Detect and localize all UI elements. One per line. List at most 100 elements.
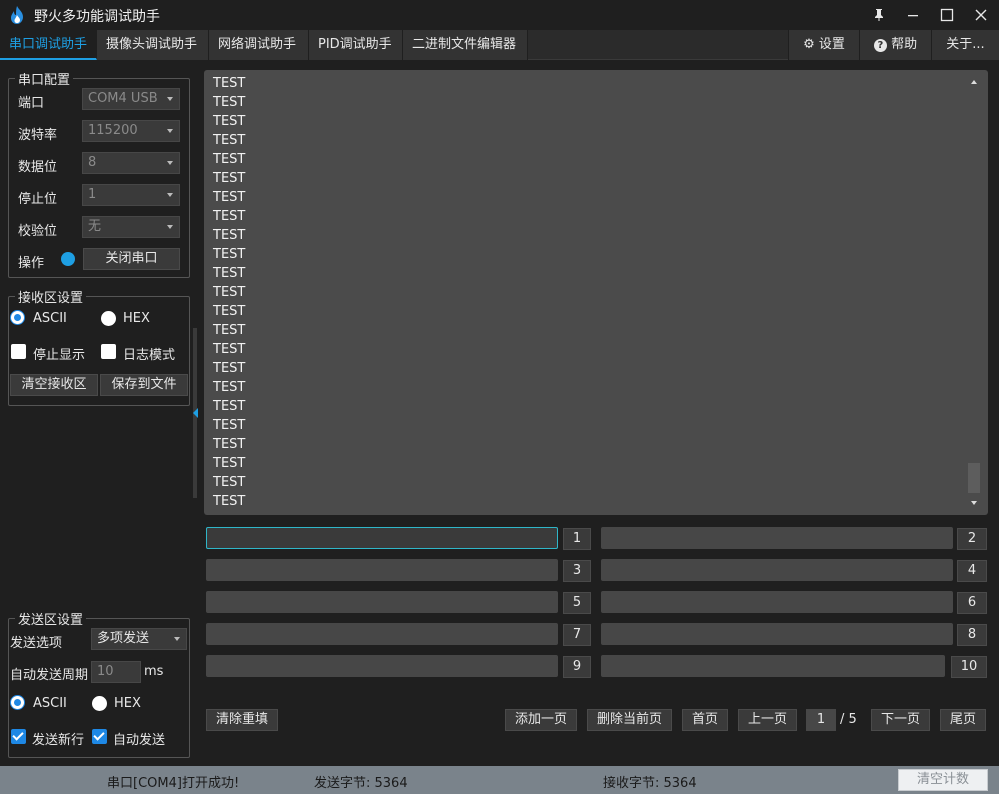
recv-ascii-label: ASCII [33,311,67,326]
port-select[interactable]: COM4 USB [82,88,180,110]
send-input-5[interactable] [206,591,558,613]
page-number-input[interactable]: 1 [806,709,836,731]
sent-bytes: 发送字节: 5364 [314,776,408,791]
send-button-6[interactable]: 6 [957,592,987,614]
pin-icon[interactable] [862,0,896,30]
first-page-button[interactable]: 首页 [682,709,728,731]
receive-line: TEST [213,114,246,129]
parity-select[interactable]: 无 [82,216,180,238]
send-input-2[interactable] [601,527,953,549]
stop-display-label: 停止显示 [33,348,86,363]
tab-binary-editor[interactable]: 二进制文件编辑器 [403,30,528,60]
send-input-3[interactable] [206,559,558,581]
send-newline-checkbox[interactable] [11,729,26,744]
clear-refill-button[interactable]: 清除重填 [206,709,278,731]
log-mode-checkbox[interactable] [101,344,116,359]
question-icon: ? [873,39,887,52]
receive-line: TEST [213,228,246,243]
send-button-7[interactable]: 7 [563,624,591,646]
clear-count-button[interactable]: 清空计数 [898,769,988,791]
send-input-9[interactable] [206,655,558,677]
send-input-10[interactable] [601,655,945,677]
chevron-down-icon [167,97,173,101]
stopbits-select[interactable]: 1 [82,184,180,206]
receive-line: TEST [213,437,246,452]
port-label: 端口 [18,96,45,111]
receive-line: TEST [213,247,246,262]
recv-hex-label: HEX [123,311,150,326]
send-button-2[interactable]: 2 [957,528,987,550]
send-input-8[interactable] [601,623,953,645]
send-button-8[interactable]: 8 [957,624,987,646]
send-newline-label: 发送新行 [32,733,85,748]
parity-label: 校验位 [18,224,58,239]
collapse-arrow-icon[interactable] [193,408,198,418]
help-button[interactable]: ? 帮助 [859,30,931,60]
send-input-6[interactable] [601,591,953,613]
receive-line: TEST [213,190,246,205]
maximize-icon[interactable] [930,0,964,30]
chevron-down-icon [167,161,173,165]
baud-label: 波特率 [18,128,58,143]
send-input-1[interactable] [206,527,558,549]
close-icon[interactable] [964,0,998,30]
auto-send-checkbox[interactable] [92,729,107,744]
send-ascii-radio[interactable] [11,696,24,709]
next-page-button[interactable]: 下一页 [871,709,930,731]
gear-icon: ⚙ [803,37,815,52]
delete-page-button[interactable]: 删除当前页 [587,709,672,731]
send-settings-title: 发送区设置 [15,609,87,628]
save-to-file-button[interactable]: 保存到文件 [100,374,188,396]
send-option-label: 发送选项 [10,636,63,651]
serial-config-title: 串口配置 [15,69,74,88]
scroll-down-icon[interactable] [971,501,977,505]
send-input-4[interactable] [601,559,953,581]
receive-line: TEST [213,209,246,224]
page-total: / 5 [840,712,857,727]
send-hex-label: HEX [114,696,141,711]
close-port-button[interactable]: 关闭串口 [83,248,180,270]
receive-line: TEST [213,323,246,338]
tab-pid[interactable]: PID调试助手 [309,30,403,60]
tab-network[interactable]: 网络调试助手 [209,30,309,60]
about-button[interactable]: 关于... [931,30,999,60]
stop-display-checkbox[interactable] [11,344,26,359]
operation-label: 操作 [18,256,45,271]
send-button-10[interactable]: 10 [951,656,987,678]
receive-line: TEST [213,304,246,319]
status-message: 串口[COM4]打开成功! [107,776,240,791]
auto-send-label: 自动发送 [113,733,166,748]
title-bar: 野火多功能调试助手 [0,0,999,30]
send-ascii-label: ASCII [33,696,67,711]
scrollbar-thumb[interactable] [968,463,980,493]
send-button-3[interactable]: 3 [563,560,591,582]
minimize-icon[interactable] [896,0,930,30]
prev-page-button[interactable]: 上一页 [738,709,797,731]
send-option-select[interactable]: 多项发送 [91,628,187,650]
receive-line: TEST [213,76,246,91]
tab-camera[interactable]: 摄像头调试助手 [97,30,209,60]
recv-hex-radio[interactable] [101,311,116,326]
databits-select[interactable]: 8 [82,152,180,174]
tab-serial[interactable]: 串口调试助手 [0,30,97,60]
period-unit: ms [144,664,164,679]
last-page-button[interactable]: 尾页 [940,709,986,731]
send-button-4[interactable]: 4 [957,560,987,582]
baud-select[interactable]: 115200 [82,120,180,142]
auto-send-period-input[interactable]: 10 [91,661,141,683]
chevron-down-icon [167,193,173,197]
scroll-up-icon[interactable] [971,80,977,84]
receive-textarea[interactable]: TEST TEST TEST TEST TEST TEST TEST TEST TEST TEST… [204,70,988,515]
send-hex-radio[interactable] [92,696,107,711]
receive-line: TEST [213,494,246,509]
settings-button[interactable]: ⚙ 设置 [788,30,859,60]
receive-line: TEST [213,380,246,395]
send-button-9[interactable]: 9 [563,656,591,678]
receive-line: TEST [213,418,246,433]
recv-ascii-radio[interactable] [11,311,24,324]
clear-receive-button[interactable]: 清空接收区 [10,374,98,396]
send-input-7[interactable] [206,623,558,645]
send-button-5[interactable]: 5 [563,592,591,614]
send-button-1[interactable]: 1 [563,528,591,550]
add-page-button[interactable]: 添加一页 [505,709,577,731]
